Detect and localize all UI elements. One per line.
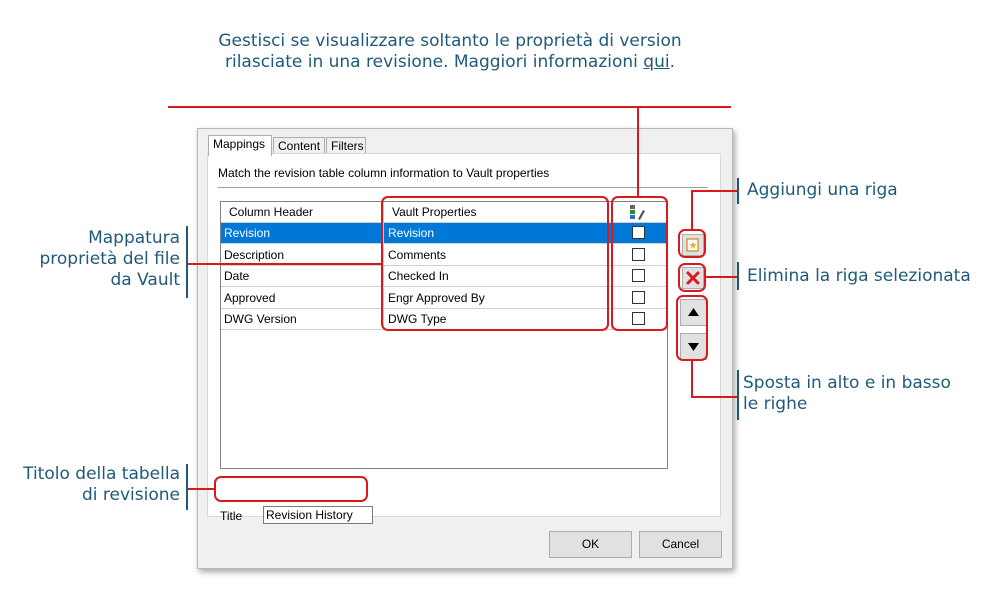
- mapping-callout-line1: Mappatura: [88, 228, 180, 248]
- top-callout-text: rilasciate in una revisione. Maggiori in…: [225, 52, 644, 72]
- column-header-cell[interactable]: DWG Version: [221, 309, 384, 329]
- add-leader-vertical: [691, 190, 693, 230]
- title-input[interactable]: Revision History: [263, 506, 373, 524]
- info-link[interactable]: qui: [643, 52, 669, 72]
- delete-button-highlight: [678, 263, 706, 292]
- add-leader-horizontal: [691, 190, 737, 192]
- revision-table-dialog: Mappings Content Filters Match the revis…: [197, 128, 733, 569]
- title-callout-line2: di revisione: [82, 485, 180, 505]
- title-highlight: [214, 476, 368, 502]
- cancel-button[interactable]: Cancel: [639, 531, 722, 558]
- top-callout-line2: rilasciate in una revisione. Maggiori in…: [190, 52, 710, 73]
- move-rows-callout: Sposta in alto e in basso le righe: [743, 373, 983, 415]
- mapping-leader: [188, 263, 381, 265]
- tab-filters[interactable]: Filters: [326, 137, 366, 154]
- column-header-cell[interactable]: Revision: [221, 223, 384, 243]
- move-leader-horizontal: [691, 396, 737, 398]
- top-callout-suffix: .: [669, 52, 675, 72]
- add-button-highlight: [678, 229, 706, 258]
- vault-properties-highlight: [381, 196, 609, 331]
- mapping-callout-line2: proprietà del file: [39, 249, 180, 269]
- ok-button[interactable]: OK: [549, 531, 632, 558]
- top-callout-line1: Gestisci se visualizzare soltanto le pro…: [218, 31, 682, 51]
- tab-content[interactable]: Content: [273, 137, 325, 154]
- add-callout-bar: [737, 178, 739, 204]
- delete-row-callout: Elimina la riga selezionata: [747, 266, 971, 286]
- delete-callout-bar: [737, 262, 739, 290]
- title-label: Title: [220, 509, 243, 523]
- move-rows-callout-line1: Sposta in alto e in basso: [743, 373, 951, 393]
- move-callout-bar: [737, 370, 739, 420]
- move-rows-callout-line2: le righe: [743, 394, 808, 414]
- separator: [218, 187, 708, 188]
- title-callout-line1: Titolo della tabella: [23, 464, 180, 484]
- move-leader-vertical: [691, 361, 693, 398]
- delete-leader: [706, 276, 737, 278]
- top-callout-leader: [168, 106, 731, 108]
- column-header-cell[interactable]: Date: [221, 266, 384, 286]
- move-buttons-highlight: [676, 295, 708, 361]
- column-header-cell[interactable]: Approved: [221, 287, 384, 308]
- top-callout: Gestisci se visualizzare soltanto le pro…: [190, 31, 710, 73]
- column-header-heading[interactable]: Column Header: [221, 202, 384, 222]
- instruction-text: Match the revision table column informat…: [218, 166, 550, 180]
- title-callout-bar: [186, 464, 188, 510]
- top-callout-vertical-leader: [637, 106, 639, 196]
- title-callout: Titolo della tabella di revisione: [0, 464, 180, 506]
- column-header-cell[interactable]: Description: [221, 244, 384, 265]
- mapping-callout: Mappatura proprietà del file da Vault: [0, 228, 180, 291]
- released-only-highlight: [611, 196, 668, 331]
- title-leader: [188, 488, 215, 490]
- add-row-callout: Aggiungi una riga: [747, 180, 898, 200]
- mapping-callout-bar: [186, 226, 188, 298]
- tab-mappings[interactable]: Mappings: [208, 135, 272, 156]
- mapping-callout-line3: da Vault: [110, 270, 180, 290]
